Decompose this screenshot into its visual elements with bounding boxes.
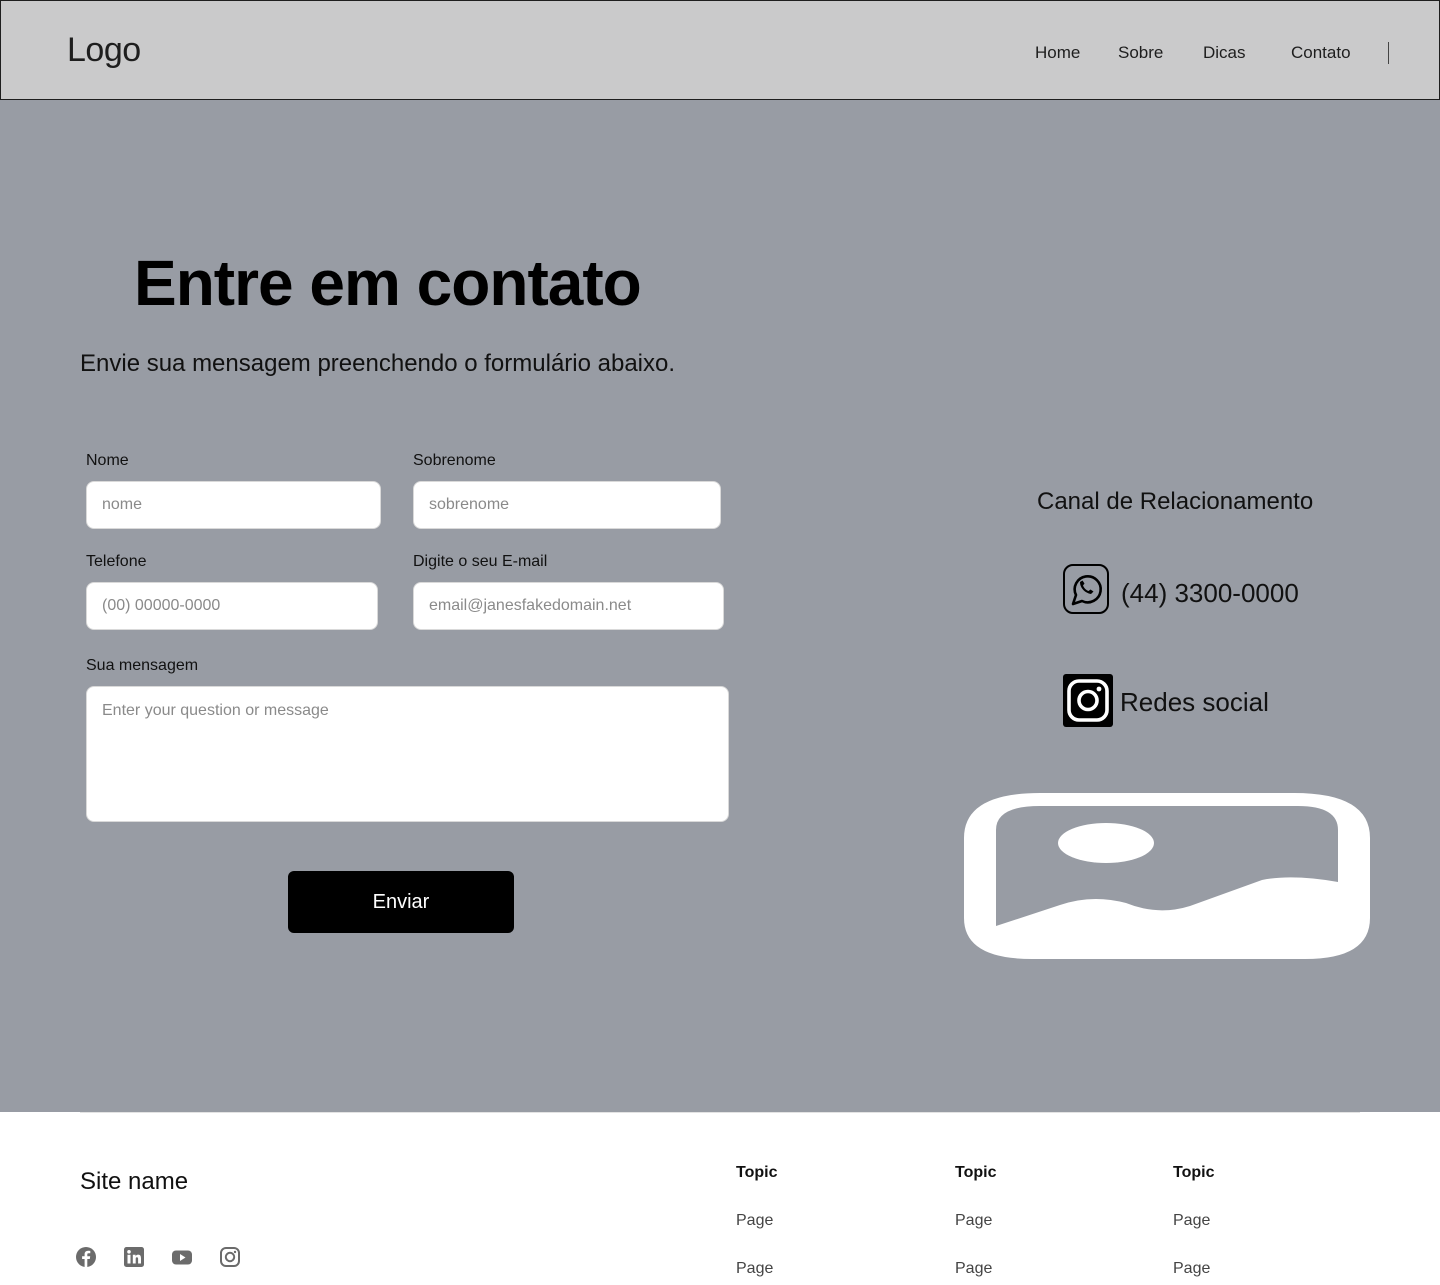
nav-sobre[interactable]: Sobre xyxy=(1118,43,1163,63)
telefone-label: Telefone xyxy=(86,553,147,570)
footer-page-link[interactable]: Page xyxy=(1173,1260,1210,1278)
footer-page-link[interactable]: Page xyxy=(955,1260,992,1278)
telefone-input[interactable] xyxy=(86,582,378,630)
email-label: Digite o seu E-mail xyxy=(413,553,548,570)
phone-number: (44) 3300-0000 xyxy=(1121,578,1299,608)
site-footer: Site name Topic Page Page Topic Page Pag… xyxy=(0,1112,1440,1285)
nome-label: Nome xyxy=(86,452,129,469)
footer-page-link[interactable]: Page xyxy=(736,1212,773,1230)
instagram-icon[interactable] xyxy=(1063,674,1113,727)
nome-input[interactable] xyxy=(86,481,381,529)
page-title: Entre em contato xyxy=(134,247,642,319)
youtube-icon[interactable] xyxy=(171,1246,193,1268)
linkedin-icon[interactable] xyxy=(123,1246,145,1268)
footer-site-name: Site name xyxy=(80,1168,189,1195)
facebook-icon[interactable] xyxy=(75,1246,97,1268)
nav-home[interactable]: Home xyxy=(1035,43,1080,63)
contact-section: Entre em contato Envie sua mensagem pree… xyxy=(0,100,1440,1112)
sobrenome-input[interactable] xyxy=(413,481,721,529)
mensagem-label: Sua mensagem xyxy=(86,657,199,674)
image-placeholder-icon xyxy=(962,790,1372,962)
footer-page-link[interactable]: Page xyxy=(736,1260,773,1278)
canal-heading: Canal de Relacionamento xyxy=(1037,488,1314,515)
redes-sociais-link[interactable]: Redes social xyxy=(1120,687,1269,718)
footer-page-link[interactable]: Page xyxy=(955,1212,992,1230)
footer-topic-3: Topic xyxy=(1173,1164,1215,1181)
nav-dicas[interactable]: Dicas xyxy=(1203,43,1246,63)
nav-divider xyxy=(1388,42,1389,64)
footer-page-link[interactable]: Page xyxy=(1173,1212,1210,1230)
footer-divider xyxy=(80,1112,1360,1113)
mensagem-textarea[interactable] xyxy=(86,686,729,822)
enviar-button[interactable]: Enviar xyxy=(288,871,514,933)
logo[interactable]: Logo xyxy=(67,31,141,70)
page-subtitle: Envie sua mensagem preenchendo o formulá… xyxy=(80,350,676,377)
footer-topic-2: Topic xyxy=(955,1164,997,1181)
nav-contato[interactable]: Contato xyxy=(1291,43,1351,63)
email-input[interactable] xyxy=(413,582,724,630)
footer-topic-1: Topic xyxy=(736,1164,778,1181)
sobrenome-label: Sobrenome xyxy=(413,452,496,469)
whatsapp-icon[interactable] xyxy=(1063,564,1109,614)
site-header: Logo Home Sobre Dicas Contato xyxy=(0,0,1440,100)
instagram-footer-icon[interactable] xyxy=(219,1246,241,1268)
